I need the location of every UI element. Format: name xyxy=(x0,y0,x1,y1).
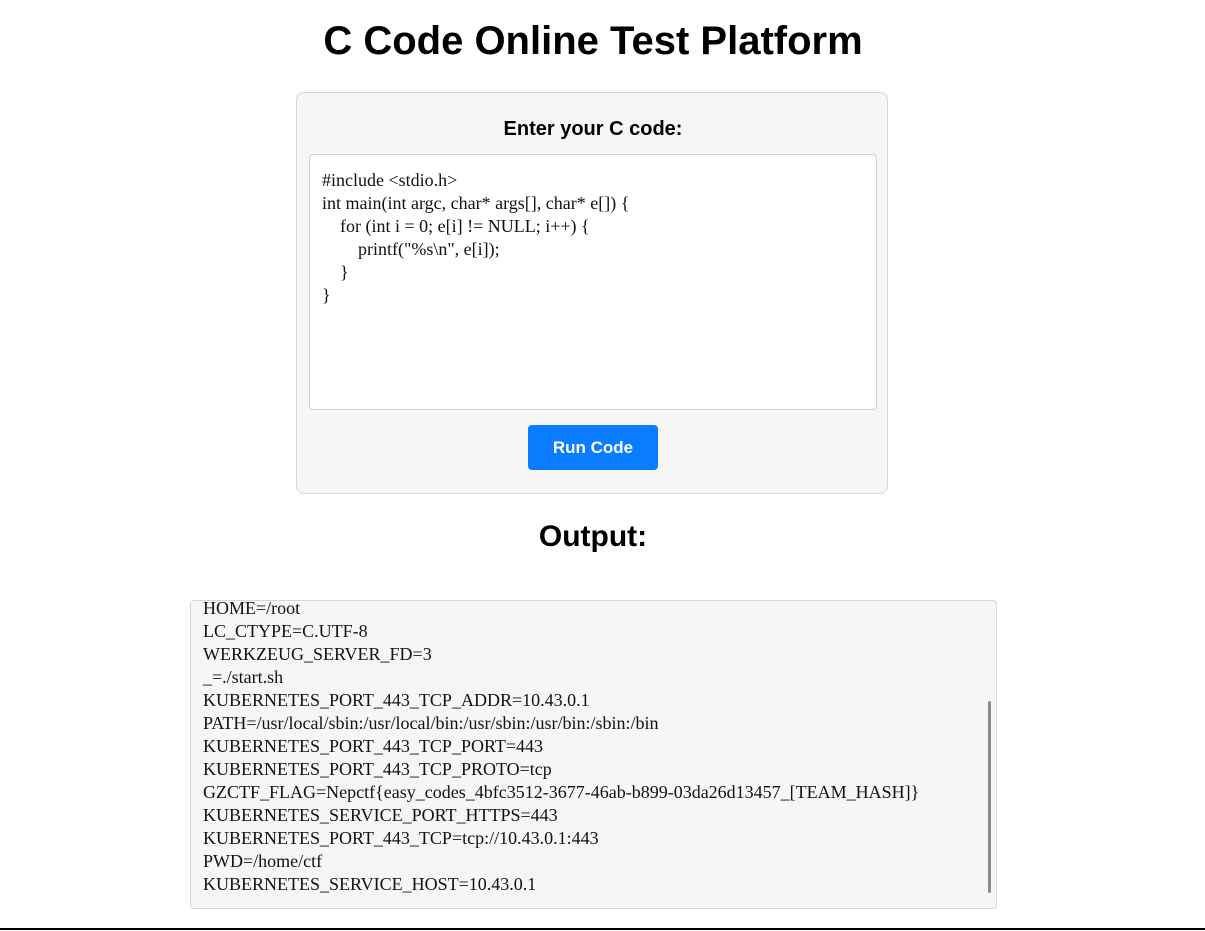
output-lines: HOME=/root LC_CTYPE=C.UTF-8 WERKZEUG_SERVE… xyxy=(203,600,920,896)
bottom-divider xyxy=(0,928,1205,930)
output-line: LC_CTYPE=C.UTF-8 xyxy=(203,621,368,641)
output-line: PWD=/home/ctf xyxy=(203,851,323,871)
output-heading: Output: xyxy=(538,520,648,553)
output-line: KUBERNETES_SERVICE_PORT_HTTPS=443 xyxy=(203,805,558,825)
output-line: KUBERNETES_PORT_443_TCP_ADDR=10.43.0.1 xyxy=(203,690,590,710)
page-title: C Code Online Test Platform xyxy=(323,19,863,63)
output-scrollbar[interactable] xyxy=(988,701,991,893)
output-box[interactable]: HOME=/root LC_CTYPE=C.UTF-8 WERKZEUG_SERVE… xyxy=(190,600,997,909)
code-editor[interactable]: #include <stdio.h> int main(int argc, ch… xyxy=(309,154,877,410)
output-line: KUBERNETES_PORT_443_TCP_PORT=443 xyxy=(203,736,544,756)
output-line: KUBERNETES_PORT_443_TCP=tcp://10.43.0.1:… xyxy=(203,828,599,848)
output-line: GZCTF_FLAG=Nepctf{easy_codes_4bfc3512-36… xyxy=(203,782,920,802)
output-line: KUBERNETES_PORT_443_TCP_PROTO=tcp xyxy=(203,759,552,779)
run-code-button[interactable]: Run Code xyxy=(528,425,658,470)
code-input-card: Enter your C code: #include <stdio.h> in… xyxy=(296,92,888,494)
output-line: HOME=/root xyxy=(203,600,301,618)
code-input-label: Enter your C code: xyxy=(503,118,683,140)
page: C Code Online Test Platform Enter your C… xyxy=(0,0,1205,931)
output-line: KUBERNETES_SERVICE_HOST=10.43.0.1 xyxy=(203,874,537,894)
output-line: WERKZEUG_SERVER_FD=3 xyxy=(203,644,432,664)
output-line: _=./start.sh xyxy=(203,667,284,687)
output-line: PATH=/usr/local/sbin:/usr/local/bin:/usr… xyxy=(203,713,659,733)
